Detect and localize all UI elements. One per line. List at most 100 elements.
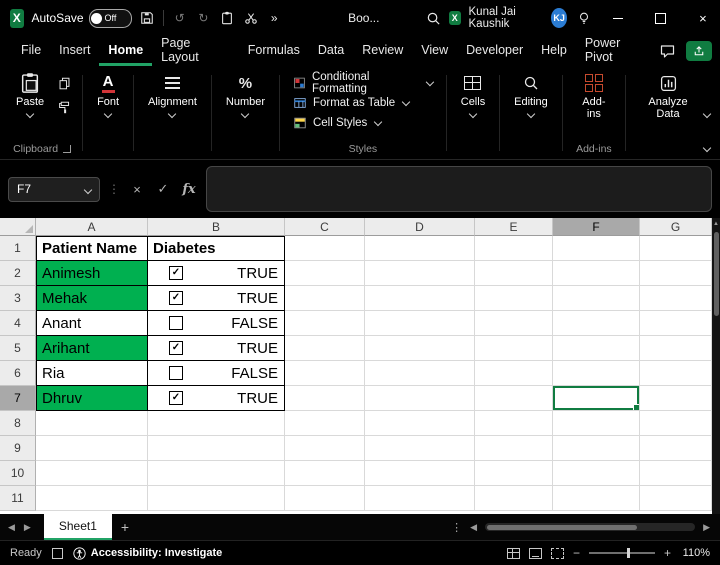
alignment-button[interactable]: Alignment: [143, 69, 202, 117]
comments-icon[interactable]: [659, 43, 676, 59]
copy-button[interactable]: [55, 75, 73, 91]
tab-view[interactable]: View: [412, 36, 457, 66]
checkbox-unchecked[interactable]: [169, 316, 183, 330]
cell-F9[interactable]: [553, 436, 640, 461]
select-all-corner[interactable]: [0, 218, 36, 236]
confirm-entry-button[interactable]: ✓: [154, 181, 172, 197]
cell-G2[interactable]: [640, 261, 712, 286]
new-sheet-button[interactable]: +: [121, 519, 129, 535]
autosave-switch[interactable]: Off: [89, 9, 132, 28]
insert-function-button[interactable]: fx: [180, 182, 198, 197]
cells-button[interactable]: Cells: [456, 69, 490, 117]
autosave-toggle[interactable]: AutoSave Off: [32, 9, 132, 28]
column-header-f[interactable]: F: [553, 218, 640, 236]
cell-E5[interactable]: [475, 336, 553, 361]
zoom-out-icon[interactable]: −: [573, 546, 580, 560]
tab-home[interactable]: Home: [99, 36, 152, 66]
cell-D5[interactable]: [365, 336, 475, 361]
cell-G9[interactable]: [640, 436, 712, 461]
cell-G4[interactable]: [640, 311, 712, 336]
checkbox-checked[interactable]: ✓: [169, 391, 183, 405]
cell-C3[interactable]: [285, 286, 365, 311]
undo-button[interactable]: ↺: [172, 5, 188, 31]
paste-button[interactable]: Paste: [11, 69, 49, 117]
cell-C6[interactable]: [285, 361, 365, 386]
cell-G1[interactable]: [640, 236, 712, 261]
editing-button[interactable]: Editing: [509, 69, 553, 117]
cell-C11[interactable]: [285, 486, 365, 511]
page-layout-view-icon[interactable]: [529, 548, 542, 559]
cell-E6[interactable]: [475, 361, 553, 386]
font-button[interactable]: A Font: [92, 69, 124, 117]
search-button[interactable]: [425, 5, 441, 31]
cell-A2[interactable]: Animesh: [36, 261, 148, 286]
cell-E9[interactable]: [475, 436, 553, 461]
row-header-9[interactable]: 9: [0, 436, 36, 461]
conditional-formatting-button[interactable]: Conditional Formatting: [293, 74, 433, 91]
cell-G11[interactable]: [640, 486, 712, 511]
cell-D9[interactable]: [365, 436, 475, 461]
scroll-up-icon[interactable]: ▲: [713, 221, 719, 227]
cell-G8[interactable]: [640, 411, 712, 436]
hscroll-right-icon[interactable]: ▶: [703, 522, 710, 533]
cell-B5[interactable]: ✓ TRUE: [148, 336, 285, 361]
cell-E10[interactable]: [475, 461, 553, 486]
formula-bar-splitter[interactable]: ⋮: [108, 182, 120, 196]
cell-C10[interactable]: [285, 461, 365, 486]
cell-G3[interactable]: [640, 286, 712, 311]
cell-F3[interactable]: [553, 286, 640, 311]
column-header-b[interactable]: B: [148, 218, 285, 236]
cell-A1[interactable]: Patient Name: [36, 236, 148, 261]
row-header-7[interactable]: 7: [0, 386, 36, 411]
cell-D11[interactable]: [365, 486, 475, 511]
cut-button[interactable]: [243, 5, 259, 31]
cell-B11[interactable]: [148, 486, 285, 511]
vertical-scroll-thumb[interactable]: [714, 232, 719, 316]
zoom-slider[interactable]: [589, 552, 655, 554]
cell-C5[interactable]: [285, 336, 365, 361]
cell-E2[interactable]: [475, 261, 553, 286]
cell-B8[interactable]: [148, 411, 285, 436]
cell-E1[interactable]: [475, 236, 553, 261]
cancel-entry-button[interactable]: ×: [128, 182, 146, 197]
cell-A11[interactable]: [36, 486, 148, 511]
cell-G10[interactable]: [640, 461, 712, 486]
tab-developer[interactable]: Developer: [457, 36, 532, 66]
row-header-8[interactable]: 8: [0, 411, 36, 436]
cell-B1[interactable]: Diabetes: [148, 236, 285, 261]
cell-D6[interactable]: [365, 361, 475, 386]
row-header-3[interactable]: 3: [0, 286, 36, 311]
page-break-view-icon[interactable]: [551, 548, 564, 559]
column-header-g[interactable]: G: [640, 218, 712, 236]
cell-F11[interactable]: [553, 486, 640, 511]
row-header-1[interactable]: 1: [0, 236, 36, 261]
tab-page-layout[interactable]: Page Layout: [152, 36, 239, 66]
row-header-5[interactable]: 5: [0, 336, 36, 361]
cell-C8[interactable]: [285, 411, 365, 436]
number-button[interactable]: % Number: [221, 69, 270, 117]
tab-insert[interactable]: Insert: [50, 36, 99, 66]
row-header-4[interactable]: 4: [0, 311, 36, 336]
cell-D7[interactable]: [365, 386, 475, 411]
avatar[interactable]: KJ: [551, 8, 567, 28]
tab-data[interactable]: Data: [309, 36, 353, 66]
redo-button[interactable]: ↻: [196, 5, 212, 31]
cell-A6[interactable]: Ria: [36, 361, 148, 386]
horizontal-scrollbar[interactable]: [485, 523, 695, 531]
sheet-nav-right-icon[interactable]: ▶: [24, 522, 31, 533]
cell-F4[interactable]: [553, 311, 640, 336]
tab-power-pivot[interactable]: Power Pivot: [576, 36, 659, 66]
cell-A5[interactable]: Arihant: [36, 336, 148, 361]
maximize-button[interactable]: [644, 0, 678, 36]
checkbox-checked[interactable]: ✓: [169, 341, 183, 355]
cell-F1[interactable]: [553, 236, 640, 261]
cell-D3[interactable]: [365, 286, 475, 311]
row-header-10[interactable]: 10: [0, 461, 36, 486]
cell-B9[interactable]: [148, 436, 285, 461]
checkbox-checked[interactable]: ✓: [169, 266, 183, 280]
cell-B7[interactable]: ✓ TRUE: [148, 386, 285, 411]
column-header-e[interactable]: E: [475, 218, 553, 236]
cell-styles-button[interactable]: Cell Styles: [293, 114, 433, 131]
row-header-11[interactable]: 11: [0, 486, 36, 511]
cell-E3[interactable]: [475, 286, 553, 311]
